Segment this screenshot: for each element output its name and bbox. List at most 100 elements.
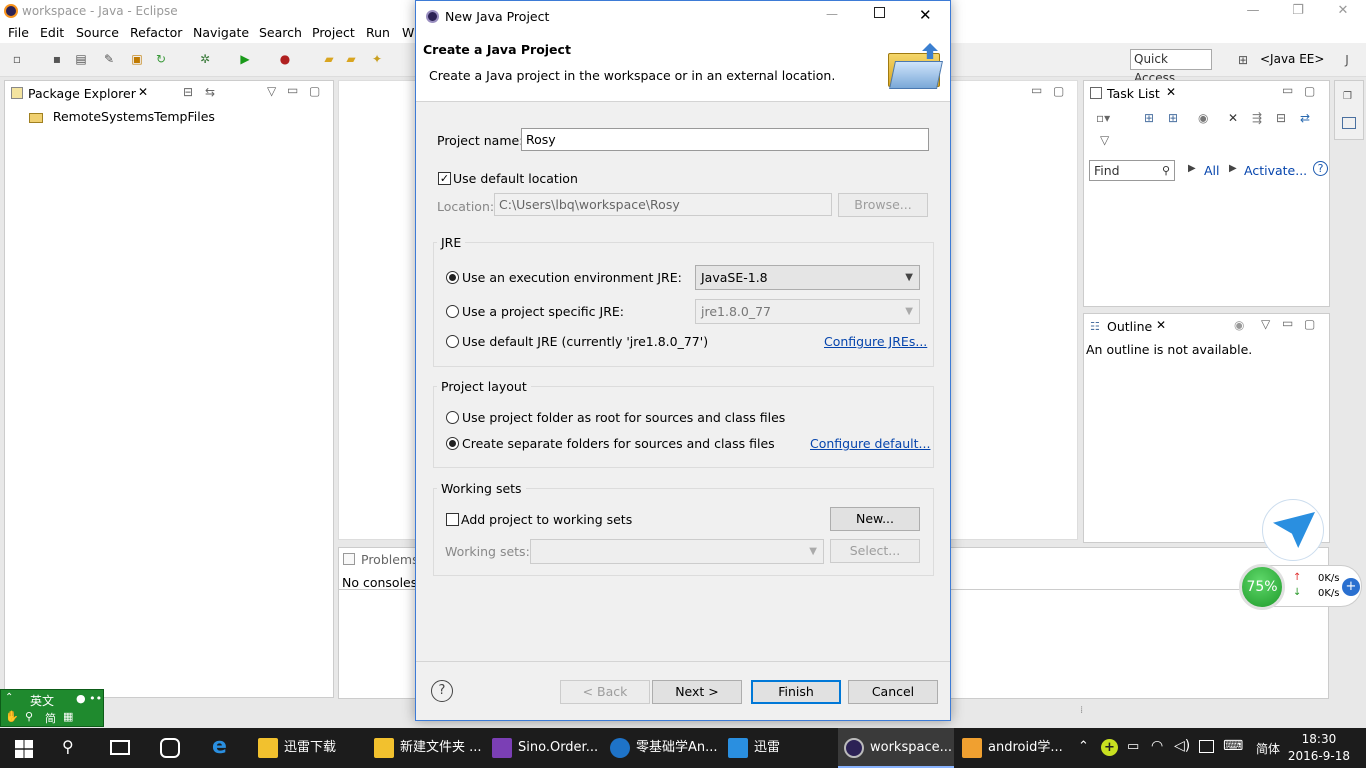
open-folder2-icon[interactable]: ▰ <box>342 51 360 67</box>
open-perspective-icon[interactable]: ⊞ <box>1234 52 1252 68</box>
maximize-editor-icon[interactable]: ▢ <box>1053 84 1064 98</box>
menu-navigate[interactable]: Navigate <box>193 25 249 40</box>
browse-button[interactable]: Browse... <box>838 193 928 217</box>
minimize-editor-icon[interactable]: ▭ <box>1031 83 1042 97</box>
ime-mode[interactable]: 简 <box>45 710 56 726</box>
ime-mode-indicator[interactable]: 简体 <box>1256 740 1280 757</box>
menu-file[interactable]: File <box>8 25 29 40</box>
cancel-button[interactable]: Cancel <box>848 680 938 704</box>
perspective-java-ee[interactable]: <Java EE> <box>1260 52 1324 66</box>
use-default-location-checkbox[interactable]: ✓ <box>438 172 451 185</box>
debug-icon[interactable]: ✲ <box>196 51 214 67</box>
keyboard-icon[interactable]: ▦ <box>63 710 73 723</box>
layout-separate-radio[interactable] <box>446 437 459 450</box>
synchronize-icon[interactable]: ⇄ <box>1300 111 1310 125</box>
tab-outline[interactable]: Outline <box>1107 319 1153 334</box>
all-link[interactable]: All <box>1204 163 1220 178</box>
view-menu-icon[interactable]: ▽ <box>1261 317 1270 331</box>
refresh-icon[interactable]: ↻ <box>152 51 170 67</box>
scheduled-icon[interactable]: ⊞ <box>1168 111 1178 125</box>
clock[interactable]: 18:30 2016-9-18 <box>1288 731 1350 765</box>
new-task-icon[interactable]: ▫▾ <box>1096 111 1110 125</box>
layout-separate-label[interactable]: Create separate folders for sources and … <box>462 436 775 451</box>
minimize-view-icon[interactable]: ▭ <box>1282 316 1293 330</box>
sync-icon[interactable]: ◉ <box>1234 318 1244 332</box>
search-icon[interactable]: ⚲ <box>25 710 33 723</box>
jre-env-label[interactable]: Use an execution environment JRE: <box>462 270 682 285</box>
maximize-view-icon[interactable]: ▢ <box>1304 84 1315 98</box>
maximize-view-icon[interactable]: ▢ <box>309 84 320 98</box>
start-icon[interactable] <box>15 740 33 758</box>
save-icon[interactable]: ▪ <box>48 51 66 67</box>
restore-icon[interactable]: ❐ <box>1343 91 1352 102</box>
next-button[interactable]: Next > <box>652 680 742 704</box>
tab-problems[interactable]: Problems <box>361 552 419 567</box>
minimize-view-icon[interactable]: ▭ <box>1282 83 1293 97</box>
taskbar-app-android[interactable]: android学... <box>956 728 1068 768</box>
battery-icon[interactable]: ▭ <box>1127 739 1139 754</box>
add-working-sets-checkbox[interactable] <box>446 513 459 526</box>
jre-default-label[interactable]: Use default JRE (currently 'jre1.8.0_77'… <box>462 334 708 349</box>
task-find-input[interactable]: Find ⚲ <box>1089 160 1175 181</box>
minimize-icon[interactable]: — <box>1230 0 1276 22</box>
menu-window[interactable]: W <box>402 25 414 40</box>
menu-refactor[interactable]: Refactor <box>130 25 182 40</box>
help-icon[interactable]: ? <box>1313 161 1328 176</box>
help-icon[interactable]: ? <box>431 680 453 702</box>
view-menu-icon[interactable]: ▽ <box>1100 133 1109 147</box>
tray-expand-icon[interactable]: ⌃ <box>1078 739 1089 754</box>
jre-specific-select[interactable]: jre1.8.0_77 ▼ <box>695 299 920 324</box>
wand-icon[interactable]: ✦ <box>368 51 386 67</box>
close-tab-icon[interactable]: ✕ <box>1156 318 1166 332</box>
finish-button[interactable]: Finish <box>751 680 841 704</box>
collapse-all-icon[interactable]: ⊟ <box>183 85 193 99</box>
layout-root-radio[interactable] <box>446 411 459 424</box>
window-icon[interactable] <box>1342 117 1356 129</box>
close-icon[interactable]: ✕ <box>919 6 932 24</box>
close-tab-icon[interactable]: ✕ <box>138 85 148 99</box>
quick-access-input[interactable]: Quick Access <box>1130 49 1212 85</box>
menu-edit[interactable]: Edit <box>40 25 64 40</box>
edge-icon[interactable]: e <box>212 734 227 759</box>
jre-env-select[interactable]: JavaSE-1.8 ▼ <box>695 265 920 290</box>
external-tools-icon[interactable]: ● <box>276 51 294 67</box>
menu-search[interactable]: Search <box>259 25 302 40</box>
app-pinned-icon[interactable] <box>160 738 180 758</box>
project-name-input[interactable]: Rosy <box>521 128 929 151</box>
wifi-icon[interactable]: ◠ <box>1151 738 1163 754</box>
jre-env-radio[interactable] <box>446 271 459 284</box>
link-editor-icon[interactable]: ⇆ <box>205 85 215 99</box>
drag-handle-icon[interactable]: ⁞ <box>1080 705 1083 716</box>
xunlei-float-icon[interactable] <box>1262 499 1324 561</box>
maximize-icon[interactable] <box>874 7 885 18</box>
back-button[interactable]: < Back <box>560 680 650 704</box>
print-icon[interactable]: ▤ <box>72 51 90 67</box>
configure-default-link[interactable]: Configure default... <box>810 436 930 451</box>
new-icon[interactable]: ▫ <box>8 51 26 67</box>
restore-icon[interactable]: ❐ <box>1275 0 1321 22</box>
minimize-icon[interactable]: — <box>826 7 838 21</box>
taskbar-app-new-folder[interactable]: 新建文件夹 ... <box>368 728 482 768</box>
sync-icon[interactable]: ◉ <box>1198 111 1208 125</box>
notification-icon[interactable] <box>1199 740 1214 753</box>
maximize-view-icon[interactable]: ▢ <box>1304 317 1315 331</box>
search-icon[interactable]: ⚲ <box>62 737 74 756</box>
jre-specific-label[interactable]: Use a project specific JRE: <box>462 304 624 319</box>
working-sets-select[interactable]: ▼ <box>530 539 824 564</box>
punctuation-icon[interactable]: ● •• <box>76 692 102 705</box>
taskbar-app-visual-studio[interactable]: Sino.Order... <box>486 728 598 768</box>
close-icon[interactable]: ✕ <box>1320 0 1366 22</box>
volume-icon[interactable]: ◁) <box>1174 738 1190 754</box>
categorize-icon[interactable]: ⊞ <box>1144 111 1154 125</box>
java-perspective-icon[interactable]: J <box>1338 52 1356 68</box>
minimize-view-icon[interactable]: ▭ <box>287 83 298 97</box>
jre-default-radio[interactable] <box>446 335 459 348</box>
activate-link[interactable]: Activate... <box>1244 163 1307 178</box>
tab-package-explorer[interactable]: Package Explorer <box>28 86 136 101</box>
jre-specific-radio[interactable] <box>446 305 459 318</box>
ime-lang[interactable]: 英文 <box>30 692 54 709</box>
menu-source[interactable]: Source <box>76 25 119 40</box>
configure-jres-link[interactable]: Configure JREs... <box>824 334 927 349</box>
focus-icon[interactable]: ⇶ <box>1252 111 1262 125</box>
open-folder-icon[interactable]: ▰ <box>320 51 338 67</box>
